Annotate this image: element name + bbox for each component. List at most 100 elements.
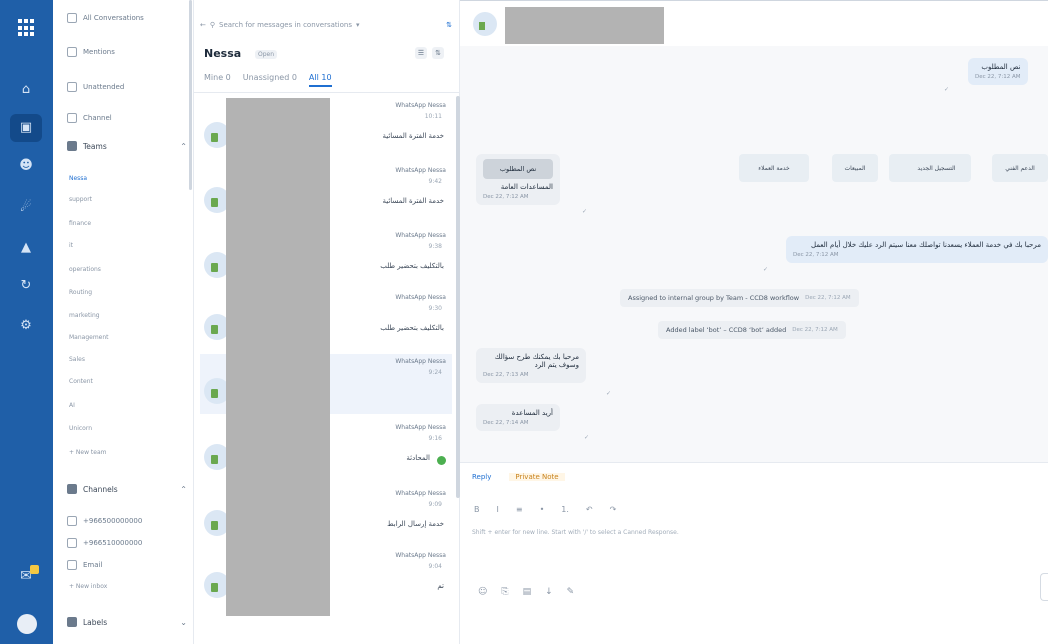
undo-icon[interactable]: ↶: [586, 505, 593, 514]
sort-icon[interactable]: ⇅: [446, 21, 452, 29]
bullet-list-icon[interactable]: •: [540, 505, 545, 514]
sidebar-team-it[interactable]: it: [69, 242, 73, 249]
channels-section-header[interactable]: Channels ⌃: [67, 481, 187, 497]
sidebar-team-nessa[interactable]: Nessa: [69, 175, 87, 182]
new-team-link[interactable]: + New team: [69, 449, 107, 456]
attachment-icon[interactable]: ⎘: [501, 587, 508, 597]
message-text: المساعدات العامة: [500, 183, 553, 191]
activity-message: Added label ‘bot’ – CCD8 ‘bot’ added Dec…: [658, 321, 846, 339]
list-icon[interactable]: ≡: [516, 505, 523, 514]
sidebar-team-finance[interactable]: finance: [69, 220, 91, 227]
sidebar-team-operations[interactable]: operations: [69, 266, 101, 273]
send-button[interactable]: [1040, 573, 1048, 601]
sidebar-item-unattended[interactable]: Unattended: [67, 79, 124, 95]
contact-avatar[interactable]: [473, 12, 497, 36]
conversation-time: 9:30: [428, 305, 442, 312]
settings-gear-icon[interactable]: ⚙: [18, 318, 34, 334]
quick-reply-button[interactable]: خدمة العملاء: [739, 154, 809, 182]
chevron-up-icon[interactable]: ⌃: [180, 142, 187, 151]
conversation-inbox: WhatsApp Nessa: [395, 552, 446, 559]
tab-reply[interactable]: Reply: [472, 473, 491, 481]
quick-reply-button[interactable]: التسجيل الجديد: [902, 154, 971, 182]
message-text: أريد المساعدة: [511, 409, 553, 417]
canned-response-icon[interactable]: ▤: [523, 587, 532, 597]
contacts-icon[interactable]: ☻: [18, 158, 34, 174]
sidebar-team-routing[interactable]: Routing: [69, 289, 92, 296]
divider: [460, 0, 1048, 1]
composer-tabs: Reply Private Note: [472, 473, 565, 481]
sidebar-channel-item[interactable]: +966500000000: [67, 513, 142, 529]
tab-all[interactable]: All 10: [308, 73, 332, 87]
channel-icon: [67, 113, 77, 123]
labels-section-header[interactable]: Labels ⌄: [67, 614, 187, 630]
activity-time: Dec 22, 7:12 AM: [792, 327, 838, 333]
activity-message: Assigned to internal group by Team - CCD…: [620, 289, 859, 307]
chevron-down-icon[interactable]: ⌄: [180, 618, 187, 627]
tag-icon: [67, 617, 77, 627]
sidebar-channel-item[interactable]: Email: [67, 557, 102, 573]
sidebar-scrollbar[interactable]: [189, 0, 192, 190]
message-text: مرحبا بك يمكنك طرح سؤالك: [494, 353, 579, 361]
sidebar-team-unicorn[interactable]: Unicorn: [69, 425, 92, 432]
section-label: Labels: [83, 617, 108, 627]
status-badge[interactable]: Open: [255, 50, 278, 59]
redo-icon[interactable]: ↷: [610, 505, 617, 514]
delivered-tick-icon: ✓: [763, 266, 769, 273]
sidebar-team-content[interactable]: Content: [69, 378, 93, 385]
tab-private-note[interactable]: Private Note: [509, 473, 565, 481]
sidebar-team-support[interactable]: support: [69, 196, 92, 203]
conversation-time: 9:16: [428, 435, 442, 442]
app-grid-icon[interactable]: [18, 19, 36, 37]
conversation-time: 9:42: [428, 178, 442, 185]
quick-reply-button[interactable]: المبيعات: [832, 154, 878, 182]
conversation-preview: تم: [437, 582, 444, 590]
message-incoming: مرحبا بك يمكنك طرح سؤالك وسوف يتم الرد D…: [476, 348, 586, 383]
numbered-list-icon[interactable]: 1.: [561, 505, 569, 514]
conversations-icon[interactable]: ▣: [10, 114, 42, 142]
filter-button[interactable]: ☰: [415, 47, 427, 59]
sidebar-team-management[interactable]: Management: [69, 334, 109, 341]
sidebar-item-label: Channel: [83, 114, 112, 122]
tab-mine[interactable]: Mine 0: [204, 73, 231, 87]
new-inbox-link[interactable]: + New inbox: [69, 583, 107, 590]
sidebar-item-all-conversations[interactable]: All Conversations: [67, 10, 144, 26]
chevron-up-icon[interactable]: ⌃: [180, 485, 187, 494]
sidebar-team-marketing[interactable]: marketing: [69, 312, 100, 319]
sort-button[interactable]: ⇅: [432, 47, 444, 59]
sidebar-team-sales[interactable]: Sales: [69, 356, 85, 363]
message-input[interactable]: Shift + enter for new line. Start with '…: [472, 529, 679, 536]
back-arrow-icon[interactable]: ←: [200, 21, 206, 29]
whatsapp-icon: [67, 516, 77, 526]
home-icon[interactable]: ⌂: [18, 82, 34, 98]
quick-reply-button[interactable]: الدعم الفني: [992, 154, 1048, 182]
conversation-inbox: WhatsApp Nessa: [395, 167, 446, 174]
automation-icon[interactable]: ↻: [18, 278, 34, 294]
reports-icon[interactable]: ▲: [18, 240, 34, 256]
redacted-contact-header: [505, 7, 664, 44]
filter-icon[interactable]: ▾: [356, 21, 360, 29]
teams-section-header[interactable]: Teams ⌃: [67, 138, 187, 154]
search-bar[interactable]: ← ⚲ Search for messages in conversations…: [200, 18, 452, 32]
sidebar-channel-item[interactable]: +966510000000: [67, 535, 142, 551]
message-meta: Dec 22, 7:12 AM: [975, 74, 1021, 80]
conversation-preview: بالتكليف بتحضير طلب: [380, 324, 444, 332]
italic-icon[interactable]: I: [497, 505, 499, 514]
section-label: Channels: [83, 484, 118, 494]
signature-icon[interactable]: ✎: [567, 587, 575, 597]
notifications-icon[interactable]: ✉: [16, 565, 39, 588]
sidebar-item-mentions[interactable]: Mentions: [67, 44, 115, 60]
sidebar-team-ai[interactable]: AI: [69, 402, 75, 409]
redacted-contact-names: [226, 98, 330, 616]
conversation-list-scrollbar[interactable]: [456, 96, 460, 498]
sidebar-item-channel[interactable]: Channel: [67, 110, 112, 126]
bold-icon[interactable]: B: [474, 505, 480, 514]
formatting-toolbar: B I ≡ • 1. ↶ ↷: [474, 505, 616, 514]
search-icon: ⚲: [209, 21, 216, 29]
tab-unassigned[interactable]: Unassigned 0: [243, 73, 297, 87]
download-icon[interactable]: ↓: [545, 587, 553, 597]
emoji-icon[interactable]: ☺: [478, 587, 487, 597]
campaigns-icon[interactable]: ☄: [18, 200, 34, 216]
user-avatar[interactable]: [17, 614, 37, 634]
search-input[interactable]: Search for messages in conversations: [219, 21, 352, 29]
read-tick-icon: ✓: [582, 208, 588, 215]
